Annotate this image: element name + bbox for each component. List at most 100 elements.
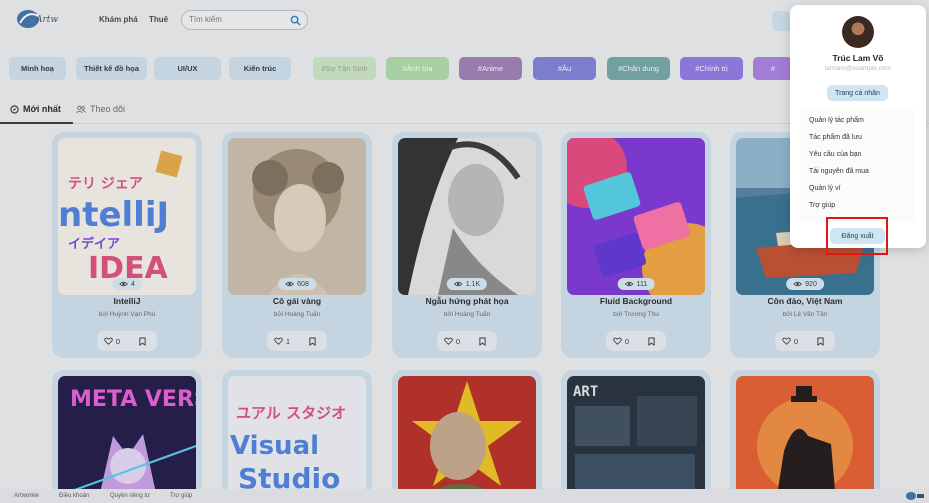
artwork-card[interactable]: ユアル スタジオ Visual Studio (222, 370, 372, 502)
eye-icon (624, 281, 634, 287)
eye-icon (119, 281, 128, 287)
nav-explore[interactable]: Khám phá (99, 15, 138, 24)
like-button[interactable]: 0 (97, 337, 127, 346)
artwork-author[interactable]: bởi Lê Văn Tân (730, 311, 880, 318)
save-button[interactable] (297, 337, 327, 346)
artwork-thumbnail[interactable] (398, 138, 536, 295)
menu-item-manage-artworks[interactable]: Quản lý tác phẩm (809, 117, 864, 124)
artwork-card[interactable]: ART (561, 370, 711, 502)
menu-item-wallet[interactable]: Quản lý ví (809, 185, 841, 192)
tag-chip[interactable]: #Chính trị (680, 57, 743, 80)
artwork-author[interactable]: bởi Trương Thu (561, 311, 711, 318)
like-count: 1 (285, 336, 291, 346)
artwork-card[interactable]: 608 Cô gái vàng bởi Hoàng Tuấn 1 (222, 132, 372, 358)
artwork-thumbnail[interactable]: META VERSE (58, 376, 196, 502)
logout-button[interactable]: Đăng xuất (830, 228, 885, 244)
search-icon[interactable] (290, 15, 301, 26)
artwork-title[interactable]: Ngẫu hứng phát họa (392, 296, 542, 306)
search-box[interactable] (181, 10, 308, 30)
footer-link[interactable]: Artworkie (14, 493, 39, 499)
artwork-thumbnail[interactable] (567, 138, 705, 295)
menu-item-purchased-resources[interactable]: Tài nguyên đã mua (809, 168, 869, 175)
like-button[interactable]: 0 (437, 337, 467, 346)
menu-item-saved-artworks[interactable]: Tác phẩm đã lưu (809, 134, 862, 141)
artwork-card[interactable] (730, 370, 880, 502)
bookmark-icon (308, 337, 316, 346)
header-action-button[interactable] (772, 11, 792, 31)
artwork-thumbnail[interactable]: テリ ジェア ntelliJ イデイア IDEA (58, 138, 196, 295)
like-count: 0 (624, 336, 630, 346)
artwork-thumbnail[interactable] (228, 138, 366, 295)
like-count: 0 (793, 336, 799, 346)
artwork-thumbnail[interactable]: ユアル スタジオ Visual Studio (228, 376, 366, 502)
category-chip[interactable]: UI/UX (154, 57, 221, 80)
like-button[interactable]: 1 (267, 337, 297, 346)
artwork-title[interactable]: Côn đảo, Việt Nam (730, 296, 880, 306)
tag-chip[interactable]: #Sự Tận Sinh (313, 57, 376, 80)
artwork-card[interactable]: テリ ジェア ntelliJ イデイア IDEA 4 IntelliJ bởi … (52, 132, 202, 358)
tag-chip[interactable]: # (753, 57, 793, 80)
view-count: 608 (278, 278, 316, 290)
save-button[interactable] (127, 337, 157, 346)
menu-item-help[interactable]: Trợ giúp (809, 202, 835, 209)
artwork-title[interactable]: IntelliJ (52, 296, 202, 306)
eye-icon (454, 281, 463, 287)
category-chip[interactable]: Thiết kế đồ họa (76, 57, 147, 80)
bookmark-icon (138, 337, 146, 346)
tab-label: Mới nhất (23, 104, 61, 114)
like-button[interactable]: 0 (775, 337, 805, 346)
save-button[interactable] (636, 337, 666, 346)
menu-items: Quản lý tác phẩm Tác phẩm đã lưu Yêu cầu… (800, 110, 914, 222)
tag-chip[interactable]: #Âu (533, 57, 596, 80)
footer-link[interactable]: Điều khoản (59, 493, 89, 499)
nav-hire[interactable]: Thuê (149, 15, 168, 24)
bookmark-icon (647, 337, 655, 346)
heart-icon (104, 337, 113, 345)
tab-label: Theo dõi (90, 104, 126, 114)
tag-chip[interactable]: #Chân dung (607, 57, 670, 80)
artwork-thumbnail[interactable] (398, 376, 536, 502)
menu-item-requests[interactable]: Yêu cầu của bạn (809, 151, 862, 158)
view-count-value: 4 (131, 280, 135, 288)
svg-text:Visual: Visual (230, 431, 319, 461)
artwork-author[interactable]: bởi Hoàng Tuấn (392, 311, 542, 318)
footer-logo (906, 492, 924, 500)
card-actions: 0 (775, 331, 835, 351)
like-button[interactable]: 0 (606, 337, 636, 346)
user-avatar (842, 16, 874, 48)
artwork-title[interactable]: Cô gái vàng (222, 296, 372, 306)
view-count-value: 920 (805, 280, 817, 288)
artwork-title[interactable]: Fluid Background (561, 296, 711, 306)
artwork-card[interactable]: 111 Fluid Background bởi Trương Thu 0 (561, 132, 711, 358)
eye-icon (793, 281, 802, 287)
like-count: 0 (455, 336, 461, 346)
artwork-card[interactable]: META VERSE (52, 370, 202, 502)
save-button[interactable] (805, 337, 835, 346)
artwork-card[interactable] (392, 370, 542, 502)
svg-text:テリ ジェア: テリ ジェア (68, 176, 143, 192)
tag-chip[interactable]: #Anime (459, 57, 522, 80)
compass-icon (10, 104, 19, 114)
footer-link[interactable]: Quyền riêng tư (110, 493, 150, 499)
user-name: Trúc Lam Võ (832, 53, 884, 63)
artwork-author[interactable]: bởi Huỳnh Vạn Phú (52, 311, 202, 318)
artwork-card[interactable]: 1.1K Ngẫu hứng phát họa bởi Hoàng Tuấn 0 (392, 132, 542, 358)
search-input[interactable] (189, 15, 289, 24)
card-actions: 1 (267, 331, 327, 351)
artwork-thumbnail[interactable]: ART (567, 376, 705, 502)
view-count: 920 (786, 278, 824, 290)
view-count-value: 1.1K (465, 280, 481, 288)
artworkie-logo[interactable]: Artw (14, 7, 64, 31)
category-chip[interactable]: Minh hoạ (9, 57, 66, 80)
footer-link[interactable]: Trợ giúp (170, 493, 192, 499)
save-button[interactable] (467, 337, 497, 346)
category-chip[interactable]: Kiến trúc (229, 57, 291, 80)
profile-button[interactable]: Trang cá nhân (827, 85, 888, 101)
user-menu: Trúc Lam Võ lamlam@example.com Trang cá … (790, 5, 926, 248)
artwork-author[interactable]: bởi Hoàng Tuấn (222, 311, 372, 318)
tab-newest[interactable]: Mới nhất (0, 104, 73, 124)
artwork-thumbnail[interactable] (736, 376, 874, 502)
tag-chip[interactable]: #Ảnh bìa (386, 57, 449, 80)
tab-following[interactable]: Theo dõi (76, 104, 125, 114)
thumb-text: META VERSE (70, 387, 196, 412)
